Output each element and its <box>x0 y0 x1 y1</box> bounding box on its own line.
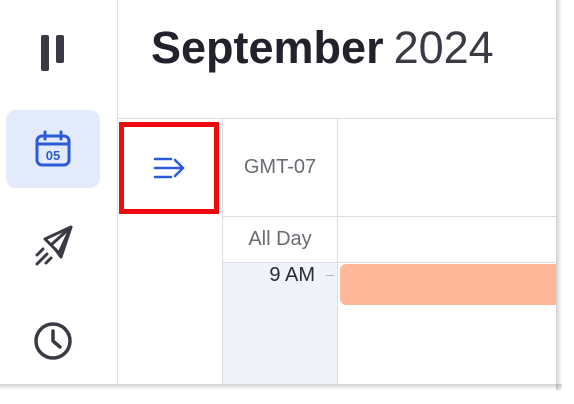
left-rail: 05 <box>0 0 118 384</box>
calendar-badge: 05 <box>46 148 60 163</box>
all-day-label: All Day <box>248 228 312 250</box>
time-label: 9 AM <box>269 264 315 286</box>
sidebar-item-history[interactable] <box>6 302 100 380</box>
window-shadow <box>556 0 562 390</box>
year-title: 2024 <box>393 22 494 73</box>
hour-tick <box>326 275 334 276</box>
month-title: September <box>151 22 384 73</box>
sidebar-item-pause[interactable] <box>6 14 100 92</box>
timezone-label: GMT-07 <box>243 156 317 178</box>
sidebar-item-calendar[interactable]: 05 <box>6 110 100 188</box>
rocket-icon <box>35 225 73 266</box>
sidebar-item-launch[interactable] <box>6 206 100 284</box>
calendar-window: 05 September 2024 GMT-07 All Day 9 AM <box>0 0 556 384</box>
calendar-header: September 2024 <box>118 0 556 119</box>
pause-icon <box>41 35 64 71</box>
calendar-icon: 05 <box>35 130 71 167</box>
highlight-box <box>119 122 219 214</box>
grid-divider <box>337 119 338 384</box>
page-title: September 2024 <box>151 22 494 74</box>
calendar-event[interactable] <box>340 264 556 305</box>
window-shadow <box>0 384 562 390</box>
clock-icon <box>34 322 72 360</box>
